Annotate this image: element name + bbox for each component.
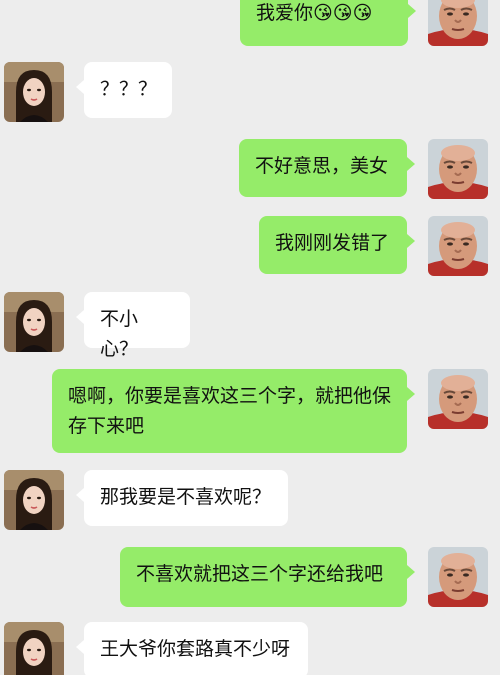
message-bubble[interactable]: 我刚刚发错了 — [259, 216, 415, 274]
avatar-young-woman[interactable] — [4, 62, 64, 122]
avatar-young-woman-image — [4, 622, 64, 675]
avatar-old-man-image — [428, 216, 488, 276]
message-bubble[interactable]: 不喜欢就把这三个字还给我吧 — [120, 547, 415, 607]
message-bubble[interactable]: 嗯啊，你要是喜欢这三个字，就把他保存下来吧 — [52, 369, 415, 453]
avatar-young-woman[interactable] — [4, 622, 64, 675]
message-bubble[interactable]: 我爱你😘😘😘 — [240, 0, 416, 46]
avatar-old-man[interactable] — [428, 369, 488, 429]
avatar-young-woman[interactable] — [4, 292, 64, 352]
avatar-old-man[interactable] — [428, 216, 488, 276]
avatar-old-man-image — [428, 139, 488, 199]
avatar-old-man[interactable] — [428, 547, 488, 607]
avatar-young-woman-image — [4, 292, 64, 352]
message-bubble[interactable]: 王大爷你套路真不少呀 — [76, 622, 308, 675]
message-bubble[interactable]: 那我要是不喜欢呢？ — [76, 470, 288, 526]
avatar-young-woman-image — [4, 470, 64, 530]
avatar-old-man[interactable] — [428, 139, 488, 199]
avatar-young-woman[interactable] — [4, 470, 64, 530]
message-bubble[interactable]: 不好意思，美女 — [239, 139, 415, 197]
avatar-young-woman-image — [4, 62, 64, 122]
avatar-old-man-image — [428, 369, 488, 429]
message-bubble[interactable]: ？？？ — [76, 62, 172, 118]
avatar-old-man-image — [428, 547, 488, 607]
avatar-old-man-image — [428, 0, 488, 46]
message-bubble[interactable]: 不小心？ — [76, 292, 190, 360]
avatar-old-man[interactable] — [428, 0, 488, 46]
chat-window: 我爱你😘😘😘 ？？？ 不好意思，美女 我刚刚发错了 不小心？ 嗯啊，你要是喜欢这… — [0, 0, 500, 675]
